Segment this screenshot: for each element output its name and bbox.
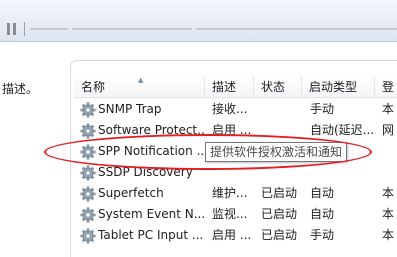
toolbar-segment bbox=[30, 28, 68, 30]
column-header: ▲ 名称 描述 状态 启动类型 登 bbox=[74, 76, 397, 98]
service-startup-type bbox=[310, 162, 376, 183]
column-description[interactable]: 描述 bbox=[205, 76, 254, 98]
toolbar-separator bbox=[24, 22, 25, 36]
service-name: SNMP Trap bbox=[98, 102, 162, 116]
service-logon-as: 网 bbox=[382, 123, 395, 137]
service-gear-icon bbox=[80, 123, 96, 139]
service-name: Tablet PC Input ... bbox=[98, 228, 204, 242]
service-gear-icon bbox=[80, 102, 96, 118]
service-status bbox=[261, 162, 307, 183]
pause-icon bbox=[6, 23, 10, 35]
service-description-pane: 描述。 bbox=[0, 42, 70, 257]
toolbar-segment bbox=[196, 28, 397, 30]
toolbar-segment bbox=[72, 28, 192, 30]
service-status bbox=[261, 120, 307, 141]
column-logon-as[interactable]: 登 bbox=[375, 76, 397, 98]
service-status: 已启动 bbox=[261, 228, 298, 242]
description-tooltip: 提供软件授权激活和通知 bbox=[205, 142, 348, 162]
service-description: 接收... bbox=[212, 102, 248, 116]
service-gear-icon bbox=[80, 186, 96, 202]
service-logon-as: 本 bbox=[382, 102, 395, 116]
service-logon-as bbox=[382, 162, 397, 183]
service-startup-type: 自动(延迟... bbox=[310, 123, 375, 137]
service-description: 维护... bbox=[212, 186, 248, 200]
service-description: 启用 ... bbox=[212, 123, 252, 137]
service-description bbox=[212, 162, 258, 183]
service-description: 启用 ... bbox=[212, 228, 252, 242]
service-status bbox=[261, 99, 307, 120]
service-gear-icon bbox=[80, 207, 96, 223]
service-gear-icon bbox=[80, 165, 96, 181]
service-name: SPP Notification ... bbox=[98, 144, 206, 158]
service-name: SSDP Discovery bbox=[98, 165, 193, 179]
sort-ascending-icon: ▲ bbox=[138, 76, 144, 84]
service-startup-type: 自动 bbox=[310, 207, 335, 221]
service-name: Software Protect... bbox=[98, 123, 206, 137]
toolbar bbox=[0, 0, 397, 42]
service-row[interactable]: SSDP Discovery bbox=[74, 162, 397, 183]
service-logon-as: 本 bbox=[382, 186, 395, 200]
service-startup-type: 手动 bbox=[310, 228, 335, 242]
service-row[interactable]: SNMP Trap 接收... 手动 本 bbox=[74, 99, 397, 120]
service-gear-icon bbox=[80, 144, 96, 160]
service-row[interactable]: Tablet PC Input ... 启用 ... 已启动 手动 本 bbox=[74, 225, 397, 246]
service-name: System Event N... bbox=[98, 207, 206, 221]
service-status: 已启动 bbox=[261, 186, 298, 200]
service-startup-type: 自动 bbox=[310, 186, 335, 200]
column-status[interactable]: 状态 bbox=[254, 76, 302, 98]
service-name: Superfetch bbox=[98, 186, 164, 200]
service-row[interactable]: Software Protect... 启用 ... 自动(延迟... 网 bbox=[74, 120, 397, 141]
service-logon-as: 本 bbox=[382, 207, 395, 221]
service-logon-as: 本 bbox=[382, 228, 395, 242]
column-startup-type[interactable]: 启动类型 bbox=[302, 76, 375, 98]
service-description: 监视... bbox=[212, 207, 248, 221]
service-gear-icon bbox=[80, 228, 96, 244]
service-logon-as bbox=[382, 141, 397, 162]
column-name[interactable]: ▲ 名称 bbox=[74, 76, 205, 98]
service-row[interactable]: System Event N... 监视... 已启动 自动 本 bbox=[74, 204, 397, 225]
description-label: 描述。 bbox=[2, 82, 39, 96]
service-status: 已启动 bbox=[261, 207, 298, 221]
service-startup-type: 手动 bbox=[310, 102, 335, 116]
pause-service-button[interactable] bbox=[4, 23, 18, 35]
service-row[interactable]: Superfetch 维护... 已启动 自动 本 bbox=[74, 183, 397, 204]
